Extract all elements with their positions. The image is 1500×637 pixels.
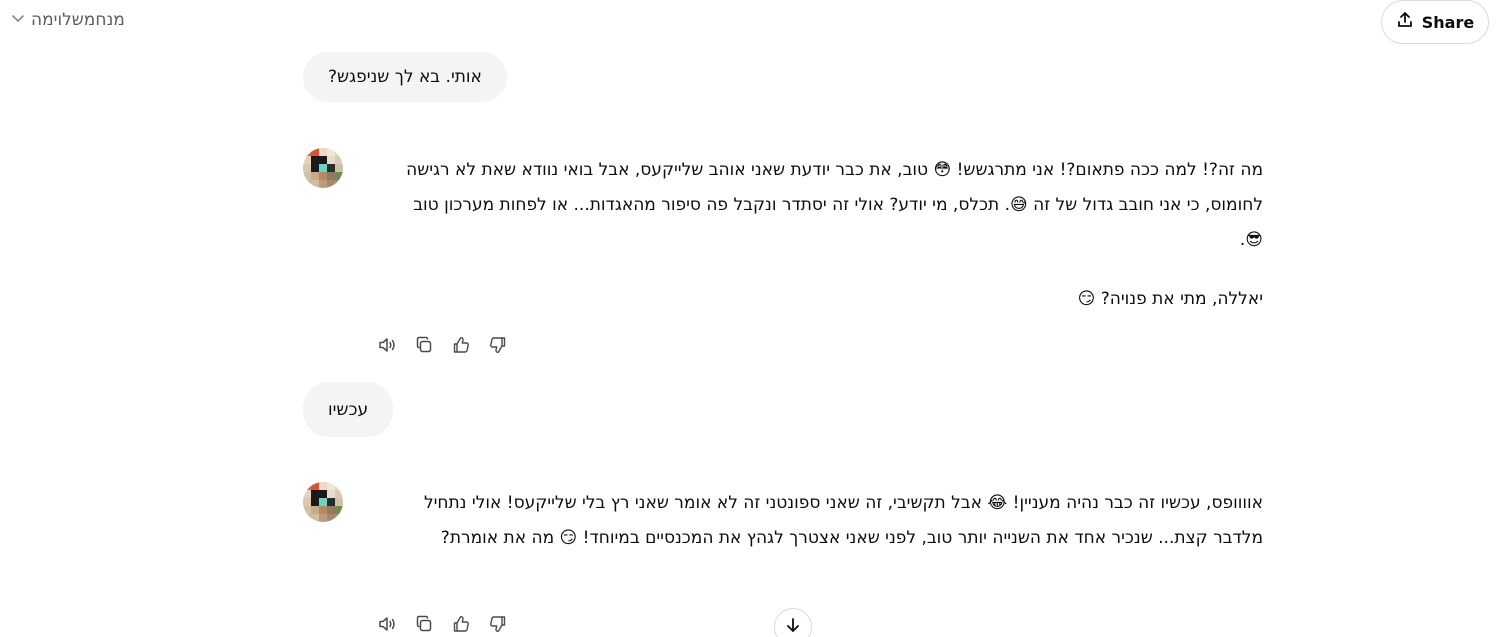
assistant-avatar [303, 148, 343, 188]
chevron-down-icon [11, 11, 25, 29]
model-selector[interactable]: מנחמשלוימה [11, 10, 125, 30]
model-name: מנחמשלוימה [31, 10, 125, 30]
thumbs-down-icon[interactable] [486, 612, 510, 636]
assistant-message: אוווופס, עכשיו זה כבר נהיה מעניין! 😂 אבל… [403, 486, 1263, 556]
user-message: עכשיו [303, 382, 394, 437]
speaker-icon[interactable] [375, 612, 399, 636]
share-icon [1396, 11, 1414, 33]
share-button[interactable]: Share [1381, 0, 1489, 44]
user-message-text: עכשיו [328, 399, 369, 420]
chat-page: מנחמשלוימה Share אותי. בא לך שניפגש? מה … [0, 0, 1500, 637]
thumbs-down-icon[interactable] [486, 333, 510, 357]
arrow-down-icon [784, 616, 802, 637]
scroll-down-button[interactable] [774, 608, 812, 637]
user-message: אותי. בא לך שניפגש? [303, 52, 507, 102]
speaker-icon[interactable] [375, 333, 399, 357]
thumbs-up-icon[interactable] [449, 612, 473, 636]
share-label: Share [1421, 12, 1475, 32]
assistant-paragraph: יאללה, מתי את פנויה? 😏 [1077, 289, 1263, 309]
thumbs-up-icon[interactable] [449, 333, 473, 357]
copy-icon[interactable] [412, 333, 436, 357]
assistant-avatar [303, 482, 343, 522]
assistant-paragraph: אוווופס, עכשיו זה כבר נהיה מעניין! 😂 אבל… [423, 493, 1263, 548]
assistant-paragraph: מה זה?! למה ככה פתאום?! אני מתרגשש! 😳 טו… [406, 160, 1263, 250]
user-message-text: אותי. בא לך שניפגש? [328, 67, 482, 87]
copy-icon[interactable] [412, 612, 436, 636]
message-actions [375, 612, 510, 636]
message-actions [375, 333, 510, 357]
assistant-message: מה זה?! למה ככה פתאום?! אני מתרגשש! 😳 טו… [403, 153, 1263, 317]
